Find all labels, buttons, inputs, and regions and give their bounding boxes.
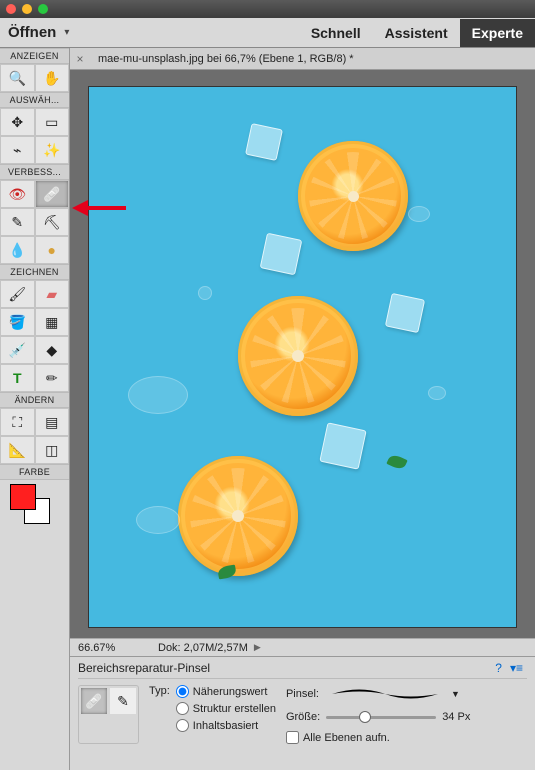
- heal-brush-variant[interactable]: ✎: [110, 688, 136, 714]
- radio-content-aware[interactable]: Inhaltsbasiert: [176, 719, 276, 732]
- canvas-area: [70, 70, 535, 638]
- help-icon[interactable]: ?: [491, 661, 506, 675]
- zoom-window-icon[interactable]: [38, 4, 48, 14]
- panel-menu-icon[interactable]: ▾≡: [506, 661, 527, 675]
- sponge-tool[interactable]: ●: [35, 236, 70, 264]
- red-eye-tool[interactable]: 👁: [0, 180, 35, 208]
- section-enhance: VERBESS...: [0, 164, 69, 180]
- zoom-tool[interactable]: 🔍: [0, 64, 35, 92]
- hand-tool[interactable]: ✋: [35, 64, 70, 92]
- blur-tool[interactable]: 💧: [0, 236, 35, 264]
- marquee-tool[interactable]: ▭: [35, 108, 70, 136]
- clone-stamp-tool[interactable]: ⛏: [35, 208, 70, 236]
- section-modify: ÄNDERN: [0, 392, 69, 408]
- tool-options-panel: Bereichsreparatur-Pinsel ? ▾≡ 🩹 ✎ Typ: N…: [70, 656, 535, 770]
- move-tool[interactable]: ✥: [0, 108, 35, 136]
- size-slider[interactable]: [326, 716, 436, 719]
- crop-tool[interactable]: ⛶: [0, 408, 35, 436]
- image-canvas[interactable]: [88, 86, 517, 628]
- status-bar: 66.67% Dok: 2,07M/2,57M ▶: [70, 638, 535, 656]
- eraser-tool[interactable]: ▰: [35, 280, 70, 308]
- mode-quick[interactable]: Schnell: [299, 19, 373, 47]
- all-layers-checkbox[interactable]: Alle Ebenen aufn.: [286, 731, 470, 744]
- top-menubar: Öffnen ▾ Schnell Assistent Experte: [0, 18, 535, 48]
- pencil-tool[interactable]: ✏: [35, 364, 70, 392]
- open-menu[interactable]: Öffnen: [0, 24, 64, 41]
- shape-tool[interactable]: ◆: [35, 336, 70, 364]
- window-titlebar: [0, 0, 535, 18]
- close-window-icon[interactable]: [6, 4, 16, 14]
- document-info: Dok: 2,07M/2,57M: [140, 642, 248, 654]
- section-color: FARBE: [0, 464, 69, 480]
- recompose-tool[interactable]: ▤: [35, 408, 70, 436]
- gradient-tool[interactable]: ▦: [35, 308, 70, 336]
- brush-tool[interactable]: 🖌: [0, 280, 35, 308]
- transform-tool[interactable]: ◫: [35, 436, 70, 464]
- bucket-tool[interactable]: 🪣: [0, 308, 35, 336]
- info-dropdown-icon[interactable]: ▶: [254, 642, 261, 653]
- mode-assistant[interactable]: Assistent: [373, 19, 460, 47]
- text-tool[interactable]: T: [0, 364, 35, 392]
- brush-preview[interactable]: [325, 685, 445, 703]
- size-label: Größe:: [286, 711, 320, 723]
- radio-proximity[interactable]: Näherungswert: [176, 685, 276, 698]
- open-dropdown-icon[interactable]: ▾: [64, 27, 69, 38]
- foreground-color[interactable]: [10, 484, 36, 510]
- spot-heal-variant[interactable]: 🩹: [81, 688, 107, 714]
- lasso-tool[interactable]: ⌁: [0, 136, 35, 164]
- spot-heal-tool[interactable]: 🩹: [35, 180, 70, 208]
- document-tabs: × mae-mu-unsplash.jpg bei 66,7% (Ebene 1…: [70, 48, 535, 70]
- brush-dropdown-icon[interactable]: ▼: [451, 689, 460, 699]
- radio-structure[interactable]: Struktur erstellen: [176, 702, 276, 715]
- size-value: 34 Px: [442, 711, 470, 723]
- type-label: Typ:: [149, 685, 170, 732]
- mode-expert[interactable]: Experte: [460, 19, 535, 47]
- zoom-value[interactable]: 66.67%: [70, 642, 140, 654]
- brush-label: Pinsel:: [286, 688, 319, 700]
- color-swatches[interactable]: [10, 484, 59, 534]
- tool-column: ANZEIGEN 🔍 ✋ AUSWÄH... ✥ ▭ ⌁ ✨ VERBESS..…: [0, 48, 70, 770]
- tool-options-title: Bereichsreparatur-Pinsel: [78, 661, 210, 675]
- heal-tool-variants: 🩹 ✎: [78, 685, 139, 744]
- section-view: ANZEIGEN: [0, 48, 69, 64]
- document-tab[interactable]: mae-mu-unsplash.jpg bei 66,7% (Ebene 1, …: [90, 53, 362, 65]
- minimize-window-icon[interactable]: [22, 4, 32, 14]
- section-draw: ZEICHNEN: [0, 264, 69, 280]
- close-tab-icon[interactable]: ×: [70, 52, 90, 66]
- color-picker-tool[interactable]: 💉: [0, 336, 35, 364]
- straighten-tool[interactable]: 📐: [0, 436, 35, 464]
- whiten-tool[interactable]: ✎: [0, 208, 35, 236]
- magic-wand-tool[interactable]: ✨: [35, 136, 70, 164]
- section-select: AUSWÄH...: [0, 92, 69, 108]
